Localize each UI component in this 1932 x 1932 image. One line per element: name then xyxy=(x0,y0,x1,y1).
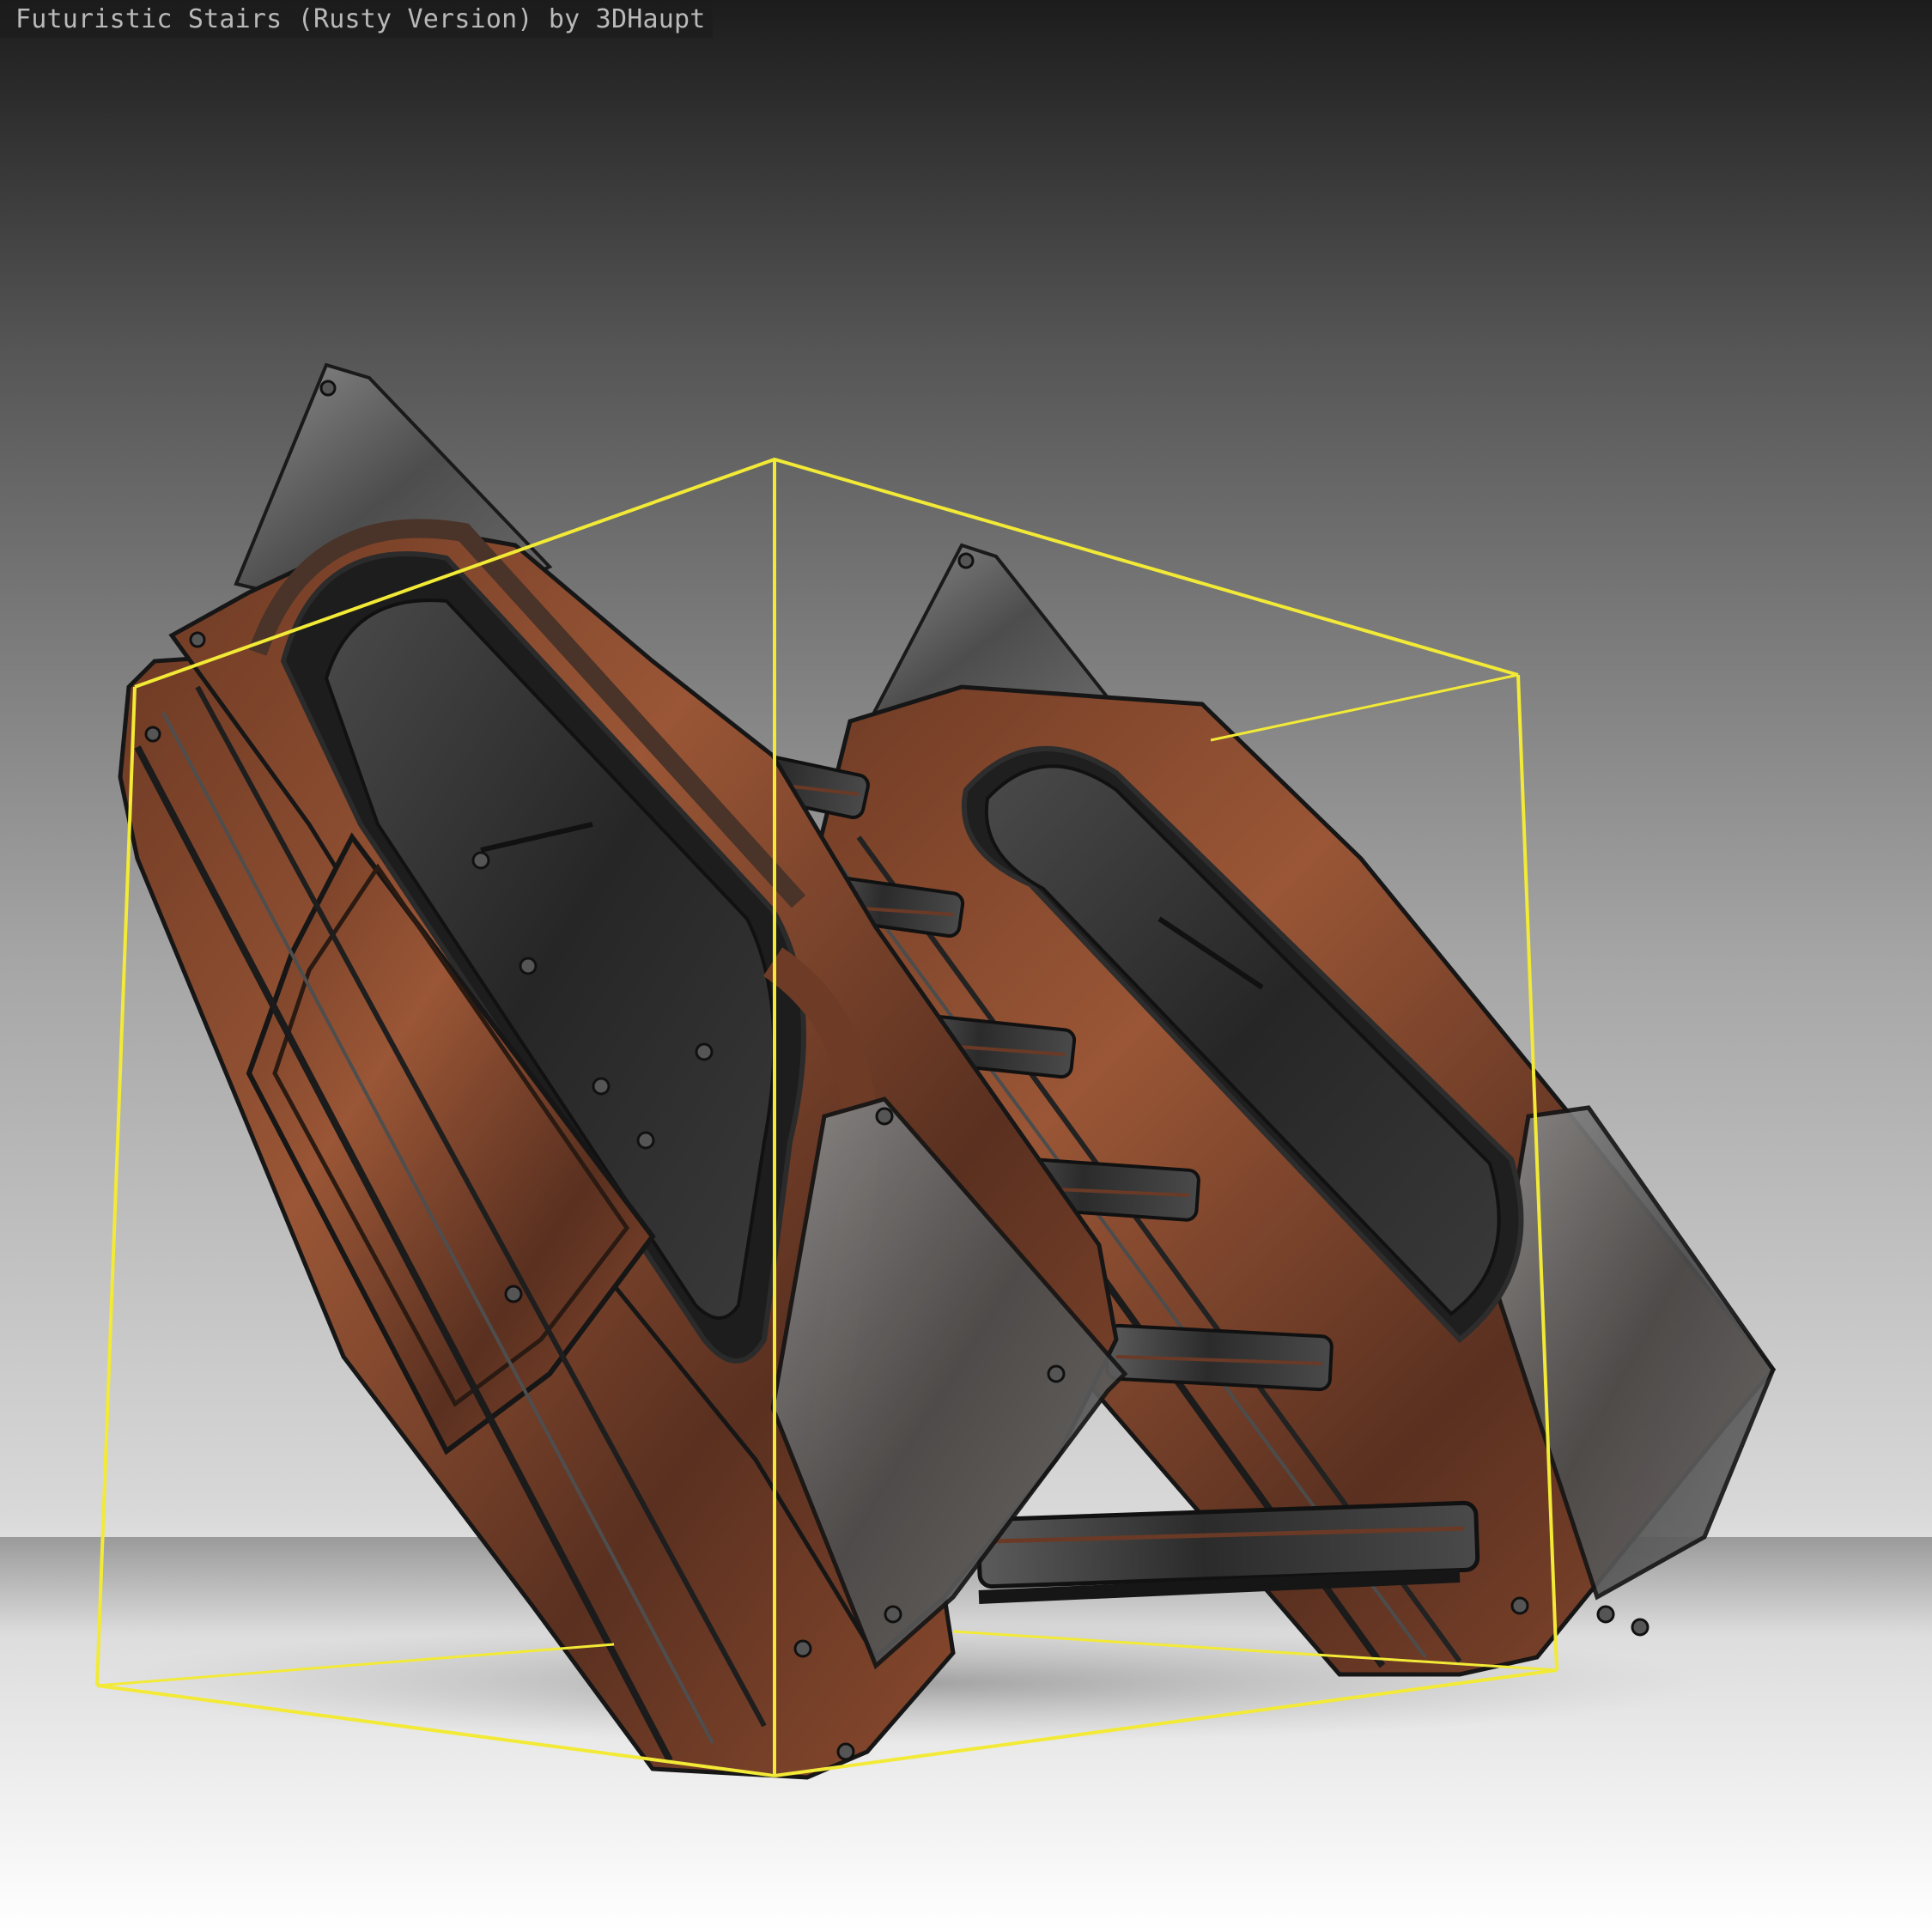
scene-canvas[interactable] xyxy=(0,0,1932,1932)
step-5 xyxy=(1105,1323,1334,1392)
model-title: Futuristic Stairs (Rusty Version) by 3DH… xyxy=(15,4,706,34)
title-bar: Futuristic Stairs (Rusty Version) by 3DH… xyxy=(0,0,713,38)
3d-viewport[interactable]: Futuristic Stairs (Rusty Version) by 3DH… xyxy=(0,0,1932,1932)
step-6 xyxy=(975,1500,1480,1604)
